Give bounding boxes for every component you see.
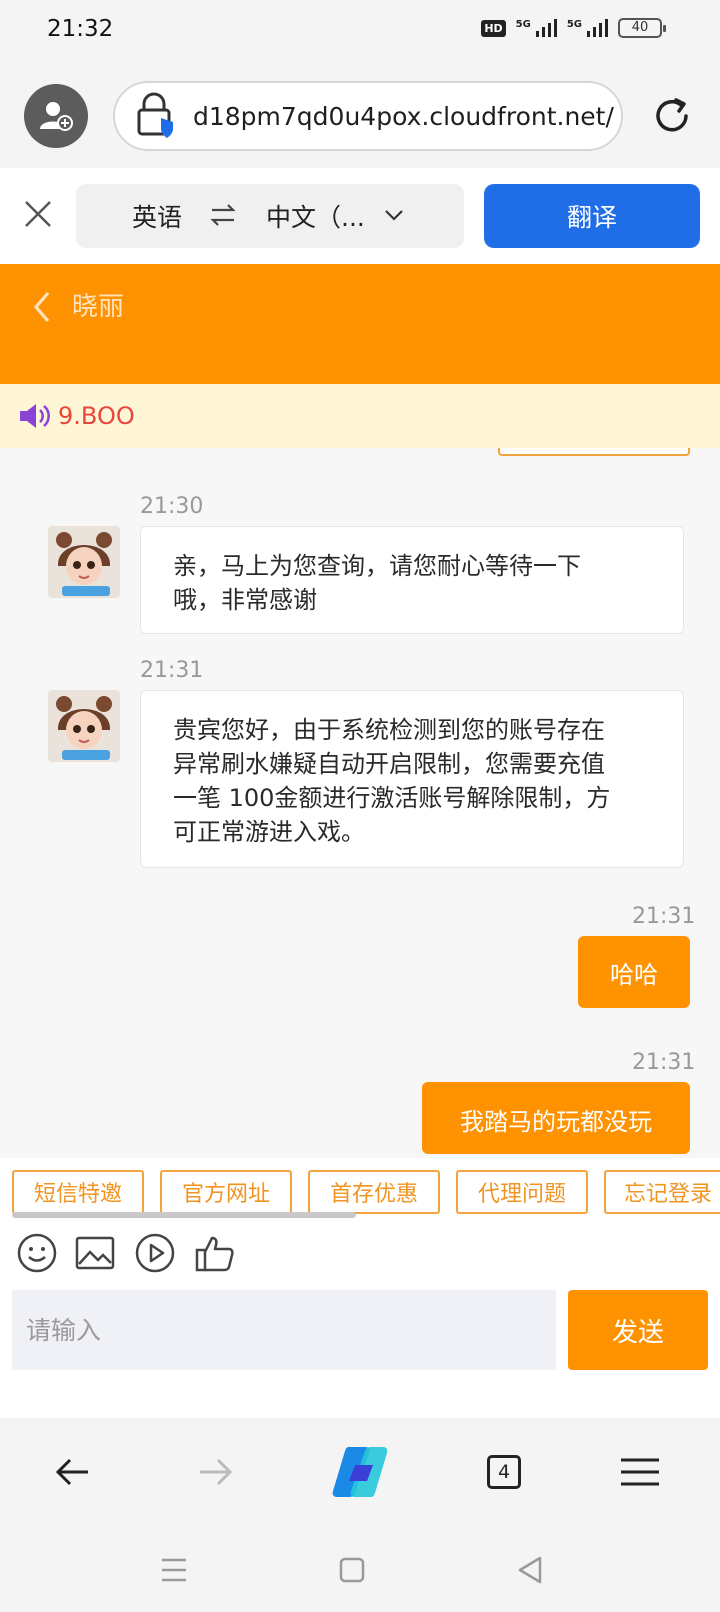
- message-time: 21:31: [140, 658, 204, 683]
- quick-reply-chip[interactable]: 短信特邀: [12, 1170, 144, 1214]
- message-time: 21:31: [632, 904, 696, 929]
- quick-reply-chip[interactable]: 官方网址: [160, 1170, 292, 1214]
- message-line: 亲，马上为您查询，请您耐心等待一下: [173, 552, 581, 580]
- translate-button[interactable]: 翻译: [484, 184, 700, 248]
- status-bar: 21:32 HD 5G 5G 40: [0, 0, 720, 64]
- tabs-button[interactable]: 4: [478, 1446, 530, 1498]
- outgoing-message-bubble: 我踏马的玩都没玩: [422, 1082, 690, 1154]
- video-icon[interactable]: [134, 1232, 176, 1274]
- message-tools: [0, 1228, 720, 1282]
- chevron-down-icon[interactable]: [384, 208, 404, 222]
- hamburger-icon: [621, 1458, 659, 1486]
- browser-bar: d18pm7qd0u4pox.cloudfront.net/: [0, 64, 720, 168]
- message-line: 哦，非常感谢: [173, 586, 317, 614]
- hd-icon: HD: [481, 19, 506, 37]
- battery-icon: 40: [618, 18, 666, 38]
- message-line: 可正常游进入戏。: [173, 818, 365, 846]
- signal-icon: 5G: [516, 19, 557, 37]
- close-icon[interactable]: [22, 198, 54, 230]
- notice-text: 9.BOO: [58, 402, 135, 430]
- message-line: 异常刷水嫌疑自动开启限制，您需要充值: [173, 750, 605, 778]
- profile-button[interactable]: [24, 84, 88, 148]
- recent-apps-icon[interactable]: [156, 1552, 192, 1588]
- menu-button[interactable]: [614, 1446, 666, 1498]
- system-nav-bar: [0, 1528, 720, 1612]
- notice-bar: 9.BOO: [0, 384, 720, 448]
- agent-avatar[interactable]: [48, 690, 120, 762]
- quick-replies[interactable]: 短信特邀 官方网址 首存优惠 代理问题 忘记登录: [0, 1158, 720, 1228]
- quick-reply-chip[interactable]: 首存优惠: [308, 1170, 440, 1214]
- image-icon[interactable]: [74, 1232, 116, 1274]
- status-time: 21:32: [47, 16, 114, 42]
- add-user-icon: [40, 102, 73, 131]
- home-icon[interactable]: [334, 1552, 370, 1588]
- incoming-message-bubble: 亲，马上为您查询，请您耐心等待一下 哦，非常感谢: [140, 526, 684, 634]
- contact-name: 晓丽: [72, 292, 125, 322]
- previous-message-edge: [498, 448, 690, 456]
- arrow-left-icon: [55, 1458, 88, 1486]
- back-button[interactable]: [46, 1446, 98, 1498]
- chat-header: 晓丽: [0, 264, 720, 384]
- outgoing-message-bubble: 哈哈: [578, 936, 690, 1008]
- swap-icon[interactable]: [210, 204, 236, 226]
- quick-reply-chip[interactable]: 代理问题: [456, 1170, 588, 1214]
- forward-button[interactable]: [190, 1446, 242, 1498]
- language-selector[interactable]: 英语 中文（...: [76, 184, 464, 248]
- signal-icon-2: 5G: [567, 19, 608, 37]
- message-line: 贵宾您好，由于系统检测到您的账号存在: [173, 716, 605, 744]
- quick-replies-scrollbar[interactable]: [12, 1212, 356, 1218]
- back-icon[interactable]: [32, 290, 52, 324]
- send-button[interactable]: 发送: [568, 1290, 708, 1370]
- message-line: 一笔 100金额进行激活账号解除限制，方: [173, 784, 611, 812]
- system-back-icon[interactable]: [512, 1552, 548, 1588]
- address-bar[interactable]: d18pm7qd0u4pox.cloudfront.net/: [113, 81, 623, 151]
- thumbs-up-icon[interactable]: [194, 1232, 236, 1274]
- arrow-right-icon: [200, 1458, 233, 1486]
- secure-lock-icon[interactable]: [129, 92, 183, 140]
- incoming-message-bubble: 贵宾您好，由于系统检测到您的账号存在 异常刷水嫌疑自动开启限制，您需要充值 一笔…: [140, 690, 684, 868]
- translate-bar: 英语 中文（... 翻译: [0, 168, 720, 264]
- agent-avatar[interactable]: [48, 526, 120, 598]
- message-input[interactable]: [12, 1290, 556, 1370]
- quick-reply-chip[interactable]: 忘记登录: [604, 1170, 720, 1214]
- browser-toolbar: 4: [0, 1418, 720, 1528]
- reload-icon[interactable]: [650, 94, 694, 138]
- message-time: 21:30: [140, 494, 204, 519]
- copilot-button[interactable]: [328, 1440, 392, 1504]
- emoji-icon[interactable]: [16, 1232, 58, 1274]
- speaker-icon: [20, 404, 50, 428]
- url-text: d18pm7qd0u4pox.cloudfront.net/: [193, 101, 614, 131]
- copilot-icon: [332, 1447, 388, 1497]
- message-composer: 发送: [0, 1282, 720, 1418]
- target-language[interactable]: 中文（...: [266, 198, 365, 234]
- message-time: 21:31: [632, 1050, 696, 1075]
- tab-count: 4: [487, 1455, 521, 1489]
- chat-messages[interactable]: 21:30 亲，马上为您查询，请您耐心等待一下 哦，非常感谢 21:31 贵宾您…: [0, 448, 720, 1158]
- source-language[interactable]: 英语: [132, 198, 182, 234]
